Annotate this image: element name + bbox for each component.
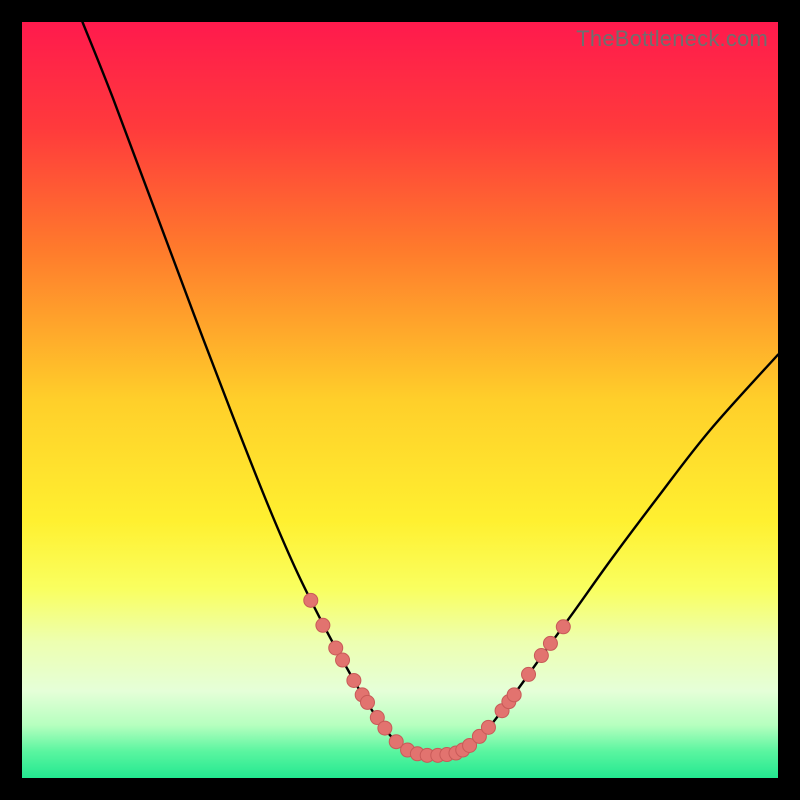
data-marker	[304, 593, 318, 607]
gradient-background	[22, 22, 778, 778]
plot-area: TheBottleneck.com	[22, 22, 778, 778]
watermark-text: TheBottleneck.com	[576, 26, 768, 52]
data-marker	[543, 636, 557, 650]
data-marker	[507, 688, 521, 702]
data-marker	[336, 653, 350, 667]
data-marker	[360, 695, 374, 709]
data-marker	[316, 618, 330, 632]
data-marker	[522, 667, 536, 681]
chart-frame: TheBottleneck.com	[0, 0, 800, 800]
data-marker	[481, 720, 495, 734]
chart-svg	[22, 22, 778, 778]
data-marker	[534, 649, 548, 663]
data-marker	[347, 673, 361, 687]
data-marker	[378, 721, 392, 735]
data-marker	[556, 620, 570, 634]
